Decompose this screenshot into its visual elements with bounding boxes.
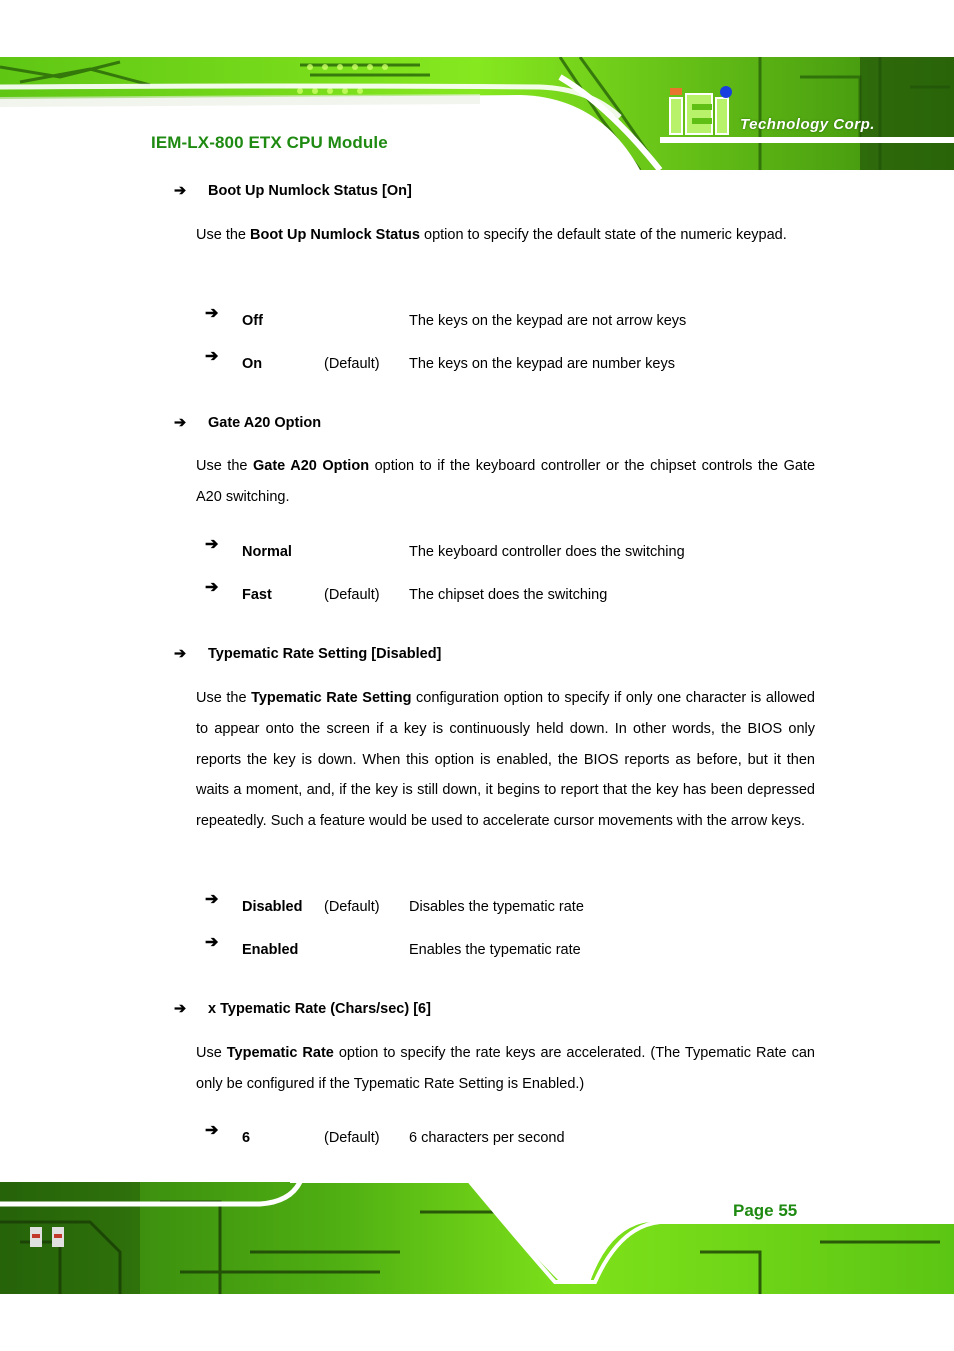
- arrow-icon: ➔: [174, 646, 187, 662]
- option-name: Normal: [242, 544, 292, 560]
- option-description: The keys on the keypad are number keys: [409, 356, 675, 372]
- arrow-icon: ➔: [205, 891, 219, 908]
- option-row: ➔ On (Default) The keys on the keypad ar…: [205, 348, 825, 386]
- section-paragraph: Use the Gate A20 Option option to if the…: [196, 451, 815, 513]
- option-default: (Default): [324, 899, 380, 915]
- arrow-icon: ➔: [205, 579, 219, 596]
- arrow-icon: ➔: [174, 1001, 187, 1017]
- paragraph-text: option to specify the default state of t…: [419, 227, 787, 243]
- paragraph-bold-term: Gate A20 Option: [253, 458, 370, 474]
- option-row: ➔ Normal The keyboard controller does th…: [205, 536, 825, 574]
- option-row: ➔ 6 (Default) 6 characters per second: [205, 1122, 825, 1160]
- section-paragraph: Use the Boot Up Numlock Status option to…: [196, 220, 815, 251]
- arrow-icon: ➔: [174, 415, 187, 431]
- paragraph-text: Use: [196, 1045, 227, 1061]
- arrow-icon: ➔: [174, 183, 187, 199]
- option-name: Enabled: [242, 942, 299, 958]
- option-description: The chipset does the switching: [409, 587, 608, 603]
- option-name: Off: [242, 313, 263, 329]
- section-paragraph: Use the Typematic Rate Setting configura…: [196, 683, 815, 837]
- paragraph-text: Use the: [196, 458, 253, 474]
- arrow-icon: ➔: [205, 536, 219, 553]
- section-title: Boot Up Numlock Status [On]: [208, 183, 412, 199]
- option-default: (Default): [324, 587, 380, 603]
- section-heading: ➔ Boot Up Numlock Status [On]: [174, 183, 412, 199]
- section-title: Typematic Rate Setting [Disabled]: [208, 646, 442, 662]
- arrow-icon: ➔: [205, 348, 219, 365]
- section-paragraph: Use Typematic Rate option to specify the…: [196, 1038, 815, 1100]
- page-number: Page 55: [733, 1201, 798, 1220]
- header-banner: [0, 57, 954, 170]
- section-heading: ➔ Typematic Rate Setting [Disabled]: [174, 646, 441, 662]
- paragraph-bold-term: Typematic Rate Setting: [251, 690, 412, 706]
- option-default: (Default): [324, 1130, 380, 1146]
- option-name: Disabled: [242, 899, 303, 915]
- option-description: 6 characters per second: [409, 1130, 565, 1146]
- option-row: ➔ Disabled (Default) Disables the typema…: [205, 891, 825, 929]
- option-description: Enables the typematic rate: [409, 942, 581, 958]
- pcb-footer-graphic: [0, 1182, 954, 1294]
- option-name: On: [242, 356, 263, 372]
- option-name: Fast: [242, 587, 272, 603]
- section-heading: ➔ Gate A20 Option: [174, 415, 321, 431]
- option-row: ➔ Fast (Default) The chipset does the sw…: [205, 579, 825, 617]
- iei-logo-icon: [669, 86, 732, 135]
- section-title: Gate A20 Option: [208, 415, 322, 431]
- option-name: 6: [242, 1130, 251, 1146]
- option-description: The keyboard controller does the switchi…: [409, 544, 685, 560]
- arrow-icon: ➔: [205, 1122, 219, 1139]
- footer-banner: [0, 1182, 954, 1294]
- arrow-icon: ➔: [205, 934, 219, 951]
- paragraph-bold-term: Typematic Rate: [226, 1045, 334, 1061]
- arrow-icon: ➔: [205, 305, 219, 322]
- paragraph-text: Use the: [196, 690, 252, 706]
- document-title: IEM-LX-800 ETX CPU Module: [151, 133, 388, 152]
- option-row: ➔ Enabled Enables the typematic rate: [205, 934, 825, 972]
- paragraph-text: configuration option to specify if only …: [196, 690, 815, 830]
- option-description: The keys on the keypad are not arrow key…: [409, 313, 687, 329]
- paragraph-bold-term: Boot Up Numlock Status: [250, 227, 420, 243]
- paragraph-text: Use the: [196, 227, 250, 243]
- logo-text: Technology Corp.: [740, 116, 875, 133]
- option-row: ➔ Off The keys on the keypad are not arr…: [205, 305, 825, 343]
- pcb-header-graphic: [0, 57, 954, 170]
- option-description: Disables the typematic rate: [409, 899, 584, 915]
- section-heading: ➔ x Typematic Rate (Chars/sec) [6]: [174, 1001, 431, 1017]
- section-title: x Typematic Rate (Chars/sec) [6]: [208, 1001, 431, 1017]
- option-default: (Default): [324, 356, 380, 372]
- iei-logo: [668, 84, 740, 141]
